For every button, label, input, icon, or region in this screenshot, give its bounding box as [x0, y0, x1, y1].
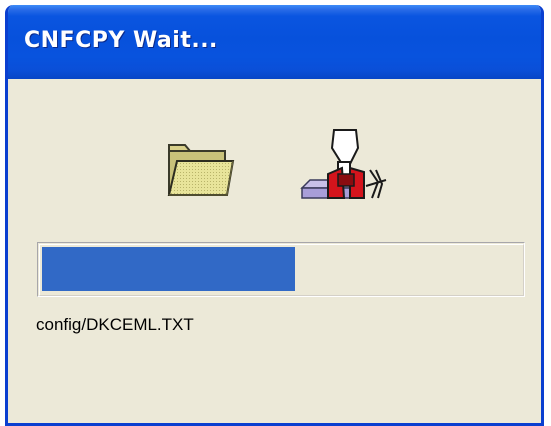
title-bar[interactable]: CNFCPY Wait...	[8, 5, 541, 79]
dialog-body: config/DKCEML.TXT	[8, 79, 541, 423]
current-file-label: config/DKCEML.TXT	[36, 315, 194, 334]
progress-bar	[37, 242, 525, 297]
progress-fill	[42, 247, 295, 291]
folder-icon	[167, 144, 235, 196]
wait-dialog: CNFCPY Wait... config/DKCEML.TXT	[5, 5, 544, 426]
window-title: CNFCPY Wait...	[24, 27, 218, 53]
device-icon	[300, 129, 387, 199]
